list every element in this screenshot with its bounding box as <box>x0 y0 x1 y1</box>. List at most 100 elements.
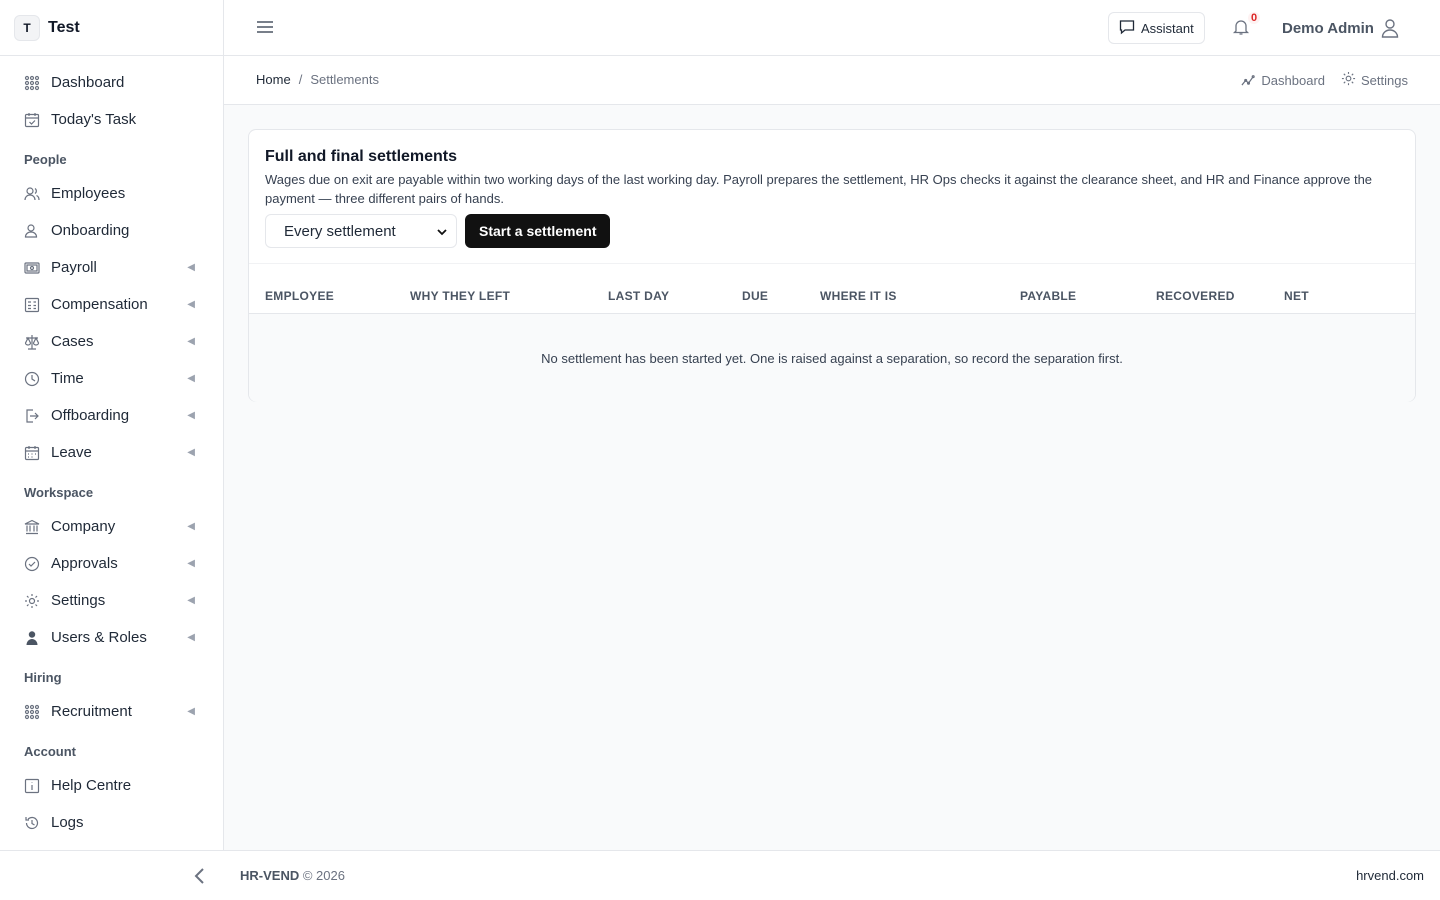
sidebar-item-todays-task[interactable]: Today's Task <box>0 101 223 138</box>
copyright-year: © 2026 <box>302 868 345 883</box>
breadcrumb-home[interactable]: Home <box>256 72 291 87</box>
chevron-left-icon: ◀ <box>187 262 195 273</box>
info-icon <box>24 778 40 794</box>
sidebar-item-approvals[interactable]: Approvals ◀ <box>0 545 223 582</box>
sidebar-item-employees[interactable]: Employees <box>0 175 223 212</box>
chevron-left-icon: ◀ <box>187 632 195 643</box>
column-header-why-they-left[interactable]: WHY THEY LEFT <box>410 289 510 303</box>
user-shield-icon <box>24 630 40 646</box>
copyright: HR-VEND © 2026 <box>240 868 345 883</box>
topbar: Assistant 0 Demo Admin <box>224 0 1440 56</box>
sidebar-item-compensation[interactable]: Compensation ◀ <box>0 286 223 323</box>
breadcrumb-separator: / <box>298 72 303 87</box>
sidebar-item-label: Employees <box>51 185 126 202</box>
quick-link-settings[interactable]: Settings <box>1341 71 1408 89</box>
user-name[interactable]: Demo Admin <box>1282 20 1374 37</box>
settlement-filter-select[interactable]: Every settlement <box>265 214 457 248</box>
brand-name: Test <box>48 18 80 36</box>
chart-line-icon <box>1241 71 1256 89</box>
sidebar-item-label: Dashboard <box>51 74 125 91</box>
column-header-recovered[interactable]: RECOVERED <box>1156 289 1235 303</box>
breadcrumb-current: Settlements <box>310 72 379 87</box>
sidebar-item-users-roles[interactable]: Users & Roles ◀ <box>0 619 223 656</box>
calendar-check-icon <box>24 112 40 128</box>
table-header: EMPLOYEE WHY THEY LEFT LAST DAY DUE WHER… <box>249 263 1415 314</box>
column-header-where-it-is[interactable]: WHERE IT IS <box>820 289 897 303</box>
sidebar-item-label: Compensation <box>51 296 148 313</box>
column-header-net[interactable]: NET <box>1284 289 1309 303</box>
breadcrumb: Home / Settlements <box>256 72 379 87</box>
sidebar-item-label: Recruitment <box>51 703 132 720</box>
calculator-icon <box>24 297 40 313</box>
sidebar-item-logs[interactable]: Logs <box>0 804 223 841</box>
assistant-label: Assistant <box>1141 20 1194 36</box>
sidebar-item-dashboard[interactable]: Dashboard <box>0 64 223 101</box>
menu-toggle-icon[interactable] <box>256 18 274 36</box>
sidebar-item-label: Today's Task <box>51 111 137 128</box>
sidebar-item-payroll[interactable]: Payroll ◀ <box>0 249 223 286</box>
section-title-people: People <box>24 152 67 167</box>
empty-state-message: No settlement has been started yet. One … <box>249 314 1415 402</box>
sidebar-item-label: Payroll <box>51 259 97 276</box>
logout-icon <box>24 408 40 424</box>
sidebar-item-label: Approvals <box>51 555 118 572</box>
sidebar-item-label: Cases <box>51 333 94 350</box>
chevron-left-icon: ◀ <box>187 706 195 717</box>
banknote-icon <box>24 260 40 276</box>
footer-brand: HR-VEND <box>240 868 300 883</box>
scale-icon <box>24 334 40 350</box>
sidebar-item-leave[interactable]: Leave ◀ <box>0 434 223 471</box>
chevron-left-icon: ◀ <box>187 299 195 310</box>
start-settlement-button[interactable]: Start a settlement <box>465 214 611 248</box>
grid-icon <box>24 75 40 91</box>
chevron-left-icon: ◀ <box>187 595 195 606</box>
sidebar-item-company[interactable]: Company ◀ <box>0 508 223 545</box>
settlements-card: Full and final settlements Wages due on … <box>248 129 1416 402</box>
chevron-left-icon: ◀ <box>187 558 195 569</box>
bank-icon <box>24 519 40 535</box>
column-header-last-day[interactable]: LAST DAY <box>608 289 669 303</box>
sidebar-item-settings[interactable]: Settings ◀ <box>0 582 223 619</box>
column-header-due[interactable]: DUE <box>742 289 768 303</box>
filter-value: Every settlement <box>284 222 396 240</box>
sidebar-item-recruitment[interactable]: Recruitment ◀ <box>0 693 223 730</box>
sidebar-item-cases[interactable]: Cases ◀ <box>0 323 223 360</box>
breadcrumb-bar: Home / Settlements Dashboard Settings <box>224 56 1440 105</box>
page-description: Wages due on exit are payable within two… <box>265 172 1373 206</box>
chevron-left-icon: ◀ <box>187 373 195 384</box>
chevron-left-icon: ◀ <box>187 336 195 347</box>
sidebar-item-offboarding[interactable]: Offboarding ◀ <box>0 397 223 434</box>
sidebar-item-label: Onboarding <box>51 222 130 239</box>
sidebar-item-label: Users & Roles <box>51 629 147 646</box>
section-title-hiring: Hiring <box>24 670 62 685</box>
quick-link-dashboard[interactable]: Dashboard <box>1241 71 1325 89</box>
column-header-employee[interactable]: EMPLOYEE <box>265 289 334 303</box>
brand[interactable]: T Test <box>0 0 223 56</box>
column-header-payable[interactable]: PAYABLE <box>1020 289 1076 303</box>
sidebar-item-label: Logs <box>51 814 84 831</box>
footer-site-link[interactable]: hrvend.com <box>1356 868 1424 883</box>
chevron-left-icon: ◀ <box>187 447 195 458</box>
sidebar-item-label: Company <box>51 518 116 535</box>
users-icon <box>24 186 40 202</box>
chevron-left-icon: ◀ <box>187 410 195 421</box>
section-title-account: Account <box>24 744 76 759</box>
user-icon[interactable] <box>1380 18 1400 38</box>
check-circle-icon <box>24 556 40 572</box>
sidebar-item-label: Offboarding <box>51 407 130 424</box>
sidebar: T Test Dashboard Today's Task People Emp… <box>0 0 224 850</box>
quick-link-label: Dashboard <box>1261 72 1326 88</box>
bell-icon[interactable] <box>1232 18 1250 36</box>
chevron-down-icon <box>436 225 448 237</box>
brand-badge: T <box>14 14 40 41</box>
calendar-icon <box>24 445 40 461</box>
notification-count-badge: 0 <box>1248 12 1261 24</box>
sidebar-item-help-centre[interactable]: Help Centre <box>0 767 223 804</box>
assistant-button[interactable]: Assistant <box>1108 12 1205 44</box>
footer: HR-VEND © 2026 hrvend.com <box>0 850 1440 900</box>
clock-icon <box>24 371 40 387</box>
collapse-sidebar-icon[interactable] <box>192 867 208 885</box>
sidebar-item-label: Leave <box>51 444 92 461</box>
sidebar-item-onboarding[interactable]: Onboarding <box>0 212 223 249</box>
sidebar-item-time[interactable]: Time ◀ <box>0 360 223 397</box>
